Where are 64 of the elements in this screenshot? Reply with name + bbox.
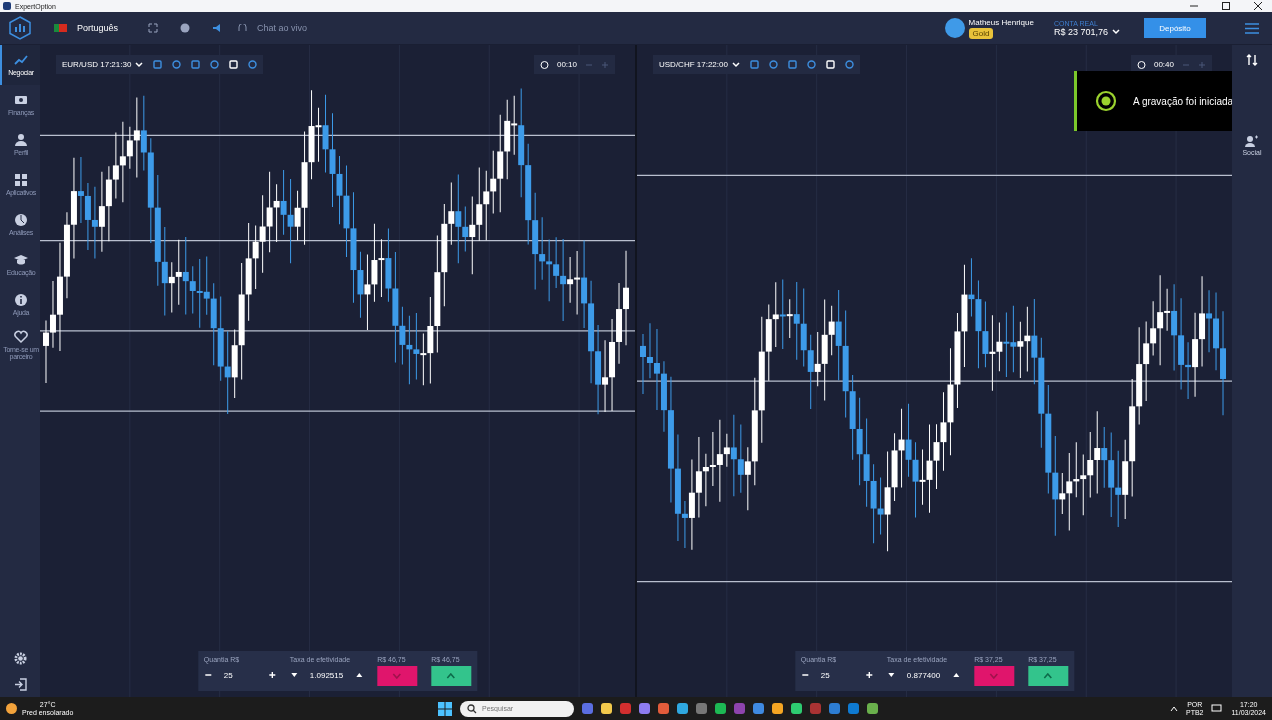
taskbar-app-icon[interactable] xyxy=(582,703,593,714)
windows-start-icon[interactable] xyxy=(438,701,452,716)
taskbar-app-icon[interactable] xyxy=(848,703,859,714)
asset-selector[interactable]: EUR/USD 17:21:30 xyxy=(62,60,144,69)
sound-icon[interactable] xyxy=(212,23,223,33)
headset-icon[interactable] xyxy=(238,23,248,33)
taskbar-app-icon[interactable] xyxy=(715,703,726,714)
minus-icon[interactable] xyxy=(800,671,809,679)
chevron-up-icon[interactable] xyxy=(355,672,364,678)
expiry-timer: 00:10 xyxy=(556,60,577,69)
taskbar-app-icon[interactable] xyxy=(791,703,802,714)
app-icon xyxy=(3,2,11,10)
asset-selector[interactable]: USD/CHF 17:22:00 xyxy=(659,60,740,69)
chevron-down-icon[interactable] xyxy=(886,672,895,678)
chevron-up-icon xyxy=(1043,673,1053,679)
weather-icon[interactable] xyxy=(6,703,17,714)
avatar-icon[interactable] xyxy=(944,18,965,38)
minus-icon[interactable] xyxy=(203,671,212,679)
price-level-line[interactable] xyxy=(637,174,1232,176)
amount-value[interactable]: 25 xyxy=(223,670,256,680)
chevron-down-icon xyxy=(392,673,402,679)
taskbar-app-icon[interactable] xyxy=(753,703,764,714)
flag-icon xyxy=(54,24,67,32)
buy-button[interactable] xyxy=(1028,666,1069,686)
rate-value[interactable]: 0.877400 xyxy=(906,670,941,680)
price-level-line[interactable] xyxy=(637,581,1232,583)
chevron-up-icon[interactable] xyxy=(1169,705,1178,712)
taskbar-app-icon[interactable] xyxy=(658,703,669,714)
price-level-line[interactable] xyxy=(40,330,635,332)
buy-button[interactable] xyxy=(431,666,472,686)
taskbar-app-icon[interactable] xyxy=(867,703,878,714)
taskbar-app-icon[interactable] xyxy=(677,703,688,714)
notification-text: A gravação foi iniciada xyxy=(1133,95,1234,107)
taskbar-app-icon[interactable] xyxy=(772,703,783,714)
taskbar-app-icon[interactable] xyxy=(601,703,612,714)
expiry-timer: 00:40 xyxy=(1153,60,1174,69)
taskbar-app-icon[interactable] xyxy=(829,703,840,714)
fullscreen-icon[interactable] xyxy=(148,23,159,33)
language-selector[interactable]: Português xyxy=(77,23,119,33)
chevron-up-icon[interactable] xyxy=(952,672,961,678)
price-level-line[interactable] xyxy=(40,240,635,242)
price-level-line[interactable] xyxy=(637,380,1232,382)
stopwatch-icon xyxy=(1136,60,1146,69)
chevron-down-icon xyxy=(731,61,740,68)
price-level-line[interactable] xyxy=(40,134,635,136)
user-name: Matheus Henrique xyxy=(968,17,1034,27)
stopwatch-icon xyxy=(539,60,549,69)
taskbar-app-icon[interactable] xyxy=(639,703,650,714)
chevron-down-icon xyxy=(135,61,144,68)
chevron-down-icon xyxy=(989,673,999,679)
balance-selector[interactable]: R$ 23 701,76 xyxy=(1053,26,1120,37)
network-icon[interactable] xyxy=(1211,703,1224,714)
status-badge: Gold xyxy=(968,27,994,39)
person-icon xyxy=(14,133,28,148)
record-icon xyxy=(1093,88,1119,114)
chevron-down-icon xyxy=(1112,28,1120,35)
pie-icon xyxy=(14,213,28,228)
grid-icon xyxy=(14,173,28,188)
rate-value[interactable]: 1.092515 xyxy=(309,670,344,680)
chevron-down-icon[interactable] xyxy=(289,672,298,678)
chevron-up-icon xyxy=(446,673,456,679)
live-chat-link[interactable]: Chat ao vivo xyxy=(257,23,308,33)
heart-icon xyxy=(14,329,28,344)
amount-value[interactable]: 25 xyxy=(820,670,853,680)
